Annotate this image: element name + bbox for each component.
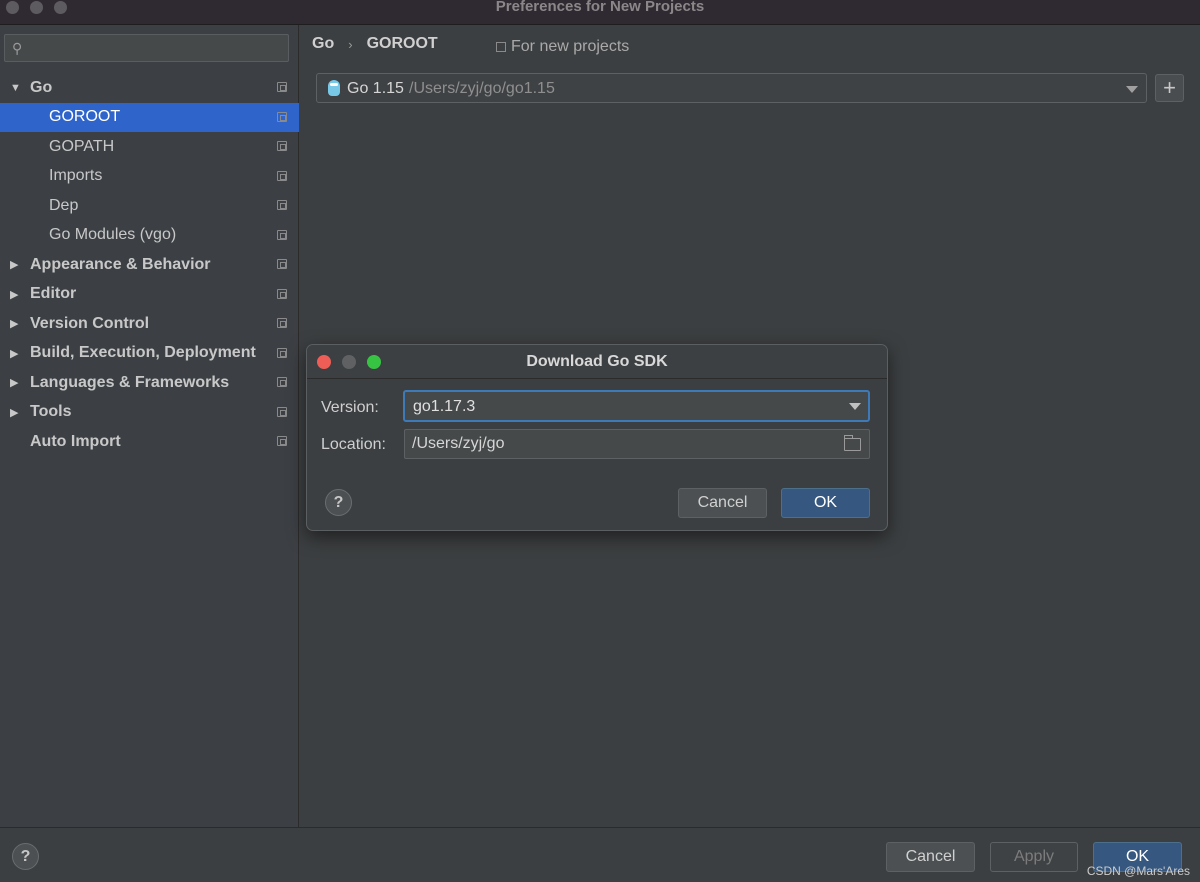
breadcrumb-separator: ›	[348, 36, 353, 52]
sidebar-item-label: Version Control	[30, 314, 150, 332]
chevron-right-icon[interactable]: ▶	[10, 317, 18, 330]
download-go-sdk-dialog: Download Go SDK Version: go1.17.3 Locati…	[306, 344, 888, 531]
window-title-bar: Preferences for New Projects	[0, 0, 1200, 25]
copy-settings-icon	[277, 111, 287, 122]
sidebar-item-label: Go	[30, 78, 53, 96]
copy-settings-icon	[277, 436, 287, 446]
dialog-ok-button[interactable]: OK	[781, 488, 870, 518]
copy-settings-icon	[277, 377, 287, 387]
sidebar-item-label: Imports	[49, 167, 103, 185]
sidebar-item-label: Tools	[30, 403, 72, 421]
dialog-title-bar: Download Go SDK	[307, 345, 887, 379]
copy-settings-icon	[277, 229, 287, 240]
location-input[interactable]: /Users/zyj/go	[404, 429, 870, 459]
chevron-right-icon[interactable]: ▶	[10, 406, 18, 419]
sidebar-item-label: Go Modules (vgo)	[49, 226, 177, 244]
breadcrumb-parent[interactable]: Go	[312, 35, 334, 53]
copy-settings-icon	[496, 42, 506, 52]
version-value: go1.17.3	[413, 398, 476, 415]
folder-icon[interactable]	[844, 435, 861, 451]
window-title: Preferences for New Projects	[495, 0, 705, 15]
sidebar-item-label: GOROOT	[49, 108, 121, 126]
copy-settings-icon	[277, 347, 287, 358]
chevron-right-icon[interactable]: ▶	[10, 258, 18, 271]
dialog-help-button[interactable]: ?	[325, 489, 352, 516]
scope-text: For new projects	[511, 38, 630, 55]
watermark: CSDN @Mars'Ares	[1086, 864, 1190, 878]
sidebar-item-label: Languages & Frameworks	[30, 373, 230, 391]
apply-button[interactable]: Apply	[990, 842, 1078, 872]
copy-settings-icon	[277, 82, 287, 92]
chevron-down-icon	[849, 403, 861, 410]
goroot-sdk-select[interactable]: Go 1.15 /Users/zyj/go/go1.15	[316, 73, 1147, 103]
sidebar-item[interactable]: ▶ Editor	[0, 280, 299, 310]
copy-settings-icon	[277, 200, 287, 210]
add-sdk-button[interactable]: +	[1155, 74, 1184, 102]
version-label: Version:	[321, 399, 379, 416]
sidebar-item[interactable]: Auto Import	[0, 427, 299, 457]
sidebar-item-label: Appearance & Behavior	[30, 255, 211, 273]
settings-search-input[interactable]: ⚲	[4, 34, 289, 62]
sidebar-item-label: Auto Import	[30, 432, 121, 450]
chevron-down-icon[interactable]: ▼	[10, 82, 21, 94]
version-select[interactable]: go1.17.3	[403, 390, 870, 422]
sidebar-item[interactable]: ▶ Build, Execution, Deployment	[0, 339, 299, 369]
sdk-name: Go 1.15	[347, 80, 404, 97]
breadcrumb-current: GOROOT	[366, 35, 438, 52]
dialog-title: Download Go SDK	[526, 353, 668, 370]
copy-settings-icon	[277, 288, 287, 299]
copy-settings-icon	[277, 170, 287, 181]
location-label: Location:	[321, 436, 386, 453]
sidebar-item-label: Build, Execution, Deployment	[30, 344, 256, 362]
chevron-right-icon[interactable]: ▶	[10, 376, 18, 389]
settings-sidebar: ⚲ ▼ Go GOROOT GOPATH Imports Dep Go Modules (v…	[0, 25, 299, 827]
dialog-footer: ? Cancel Apply OK CSDN @Mars'Ares	[0, 827, 1200, 882]
copy-settings-icon	[277, 406, 287, 417]
sidebar-item[interactable]: ▶ Languages & Frameworks	[0, 368, 299, 398]
copy-settings-icon	[277, 141, 287, 151]
help-button[interactable]: ?	[12, 843, 39, 870]
scope-label: For new projects	[496, 38, 629, 56]
copy-settings-icon	[277, 318, 287, 328]
settings-tree: ▼ Go GOROOT GOPATH Imports Dep Go Modules (vgo…	[0, 73, 299, 457]
sidebar-item[interactable]: ▶ Version Control	[0, 309, 299, 339]
sidebar-item[interactable]: GOPATH	[0, 132, 299, 162]
breadcrumb: Go › GOROOT	[312, 35, 438, 53]
sidebar-item[interactable]: Imports	[0, 162, 299, 192]
sidebar-item-label: Editor	[30, 285, 77, 303]
go-gopher-icon	[328, 80, 340, 96]
sidebar-item-label: Dep	[49, 196, 79, 214]
sidebar-item[interactable]: ▼ Go	[0, 73, 299, 103]
chevron-right-icon[interactable]: ▶	[10, 347, 18, 360]
sidebar-item[interactable]: Dep	[0, 191, 299, 221]
sidebar-item[interactable]: ▶ Appearance & Behavior	[0, 250, 299, 280]
copy-settings-icon	[277, 259, 287, 269]
sidebar-item-label: GOPATH	[49, 137, 115, 155]
chevron-down-icon	[1126, 86, 1138, 93]
sidebar-item[interactable]: GOROOT	[0, 102, 299, 132]
sidebar-item[interactable]: ▶ Tools	[0, 398, 299, 428]
cancel-button[interactable]: Cancel	[886, 842, 975, 872]
dialog-cancel-button[interactable]: Cancel	[678, 488, 767, 518]
chevron-right-icon[interactable]: ▶	[10, 288, 18, 301]
location-value: /Users/zyj/go	[412, 435, 505, 452]
sidebar-item[interactable]: Go Modules (vgo)	[0, 221, 299, 251]
sdk-path: /Users/zyj/go/go1.15	[409, 80, 555, 97]
search-icon: ⚲	[12, 40, 23, 56]
